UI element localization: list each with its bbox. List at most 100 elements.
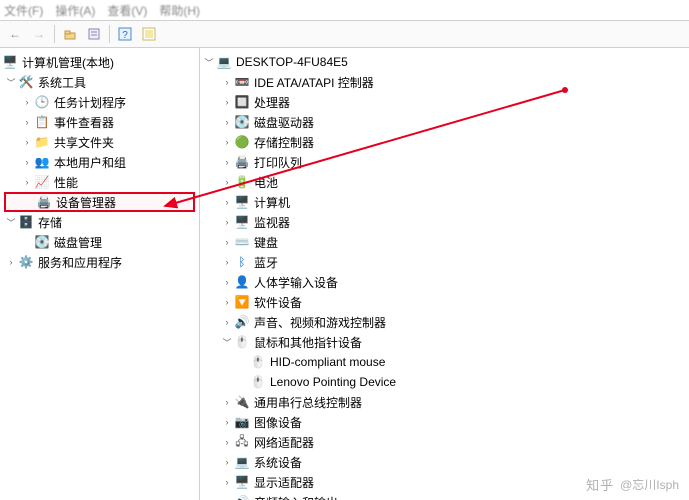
expander-open-icon[interactable]: ﹀ xyxy=(202,55,216,69)
right-tree[interactable]: ﹀ 💻 DESKTOP-4FU84E5 ›📼IDE ATA/ATAPI 控制器 … xyxy=(200,48,689,500)
expander-closed-icon[interactable]: › xyxy=(220,155,234,169)
tree-label: 存储控制器 xyxy=(254,134,314,151)
expander-open-icon[interactable]: ﹀ xyxy=(4,215,18,229)
device-hid[interactable]: ›👤人体学输入设备 xyxy=(200,272,689,292)
tree-label: 性能 xyxy=(54,174,78,191)
storage-ctrl-icon: 🟢 xyxy=(234,134,250,150)
performance-icon: 📈 xyxy=(34,174,50,190)
clock-icon: 🕒 xyxy=(34,94,50,110)
tree-task-scheduler[interactable]: › 🕒 任务计划程序 xyxy=(0,92,199,112)
device-batteries[interactable]: ›🔋电池 xyxy=(200,172,689,192)
tree-event-viewer[interactable]: › 📋 事件查看器 xyxy=(0,112,199,132)
left-tree[interactable]: 🖥️ 计算机管理(本地) ﹀ 🛠️ 系统工具 › 🕒 任务计划程序 › 📋 事件… xyxy=(0,48,200,500)
battery-icon: 🔋 xyxy=(234,174,250,190)
tree-label: 磁盘管理 xyxy=(54,234,102,251)
expander-closed-icon[interactable]: › xyxy=(220,115,234,129)
expander-closed-icon[interactable]: › xyxy=(220,395,234,409)
tree-label: 声音、视频和游戏控制器 xyxy=(254,314,386,331)
expander-closed-icon[interactable]: › xyxy=(220,195,234,209)
tree-label: 共享文件夹 xyxy=(54,134,114,151)
device-usb[interactable]: ›🔌通用串行总线控制器 xyxy=(200,392,689,412)
expander-closed-icon[interactable]: › xyxy=(20,115,34,129)
tree-root-computer-mgmt[interactable]: 🖥️ 计算机管理(本地) xyxy=(0,52,199,72)
menu-file[interactable]: 文件(F) xyxy=(4,2,43,19)
tree-performance[interactable]: › 📈 性能 xyxy=(0,172,199,192)
expander-closed-icon[interactable]: › xyxy=(220,255,234,269)
tree-label: 服务和应用程序 xyxy=(38,254,122,271)
device-cpu[interactable]: ›🔲处理器 xyxy=(200,92,689,112)
watermark-brand: 知乎 xyxy=(586,475,614,494)
device-net-adapters[interactable]: ›🖧网络适配器 xyxy=(200,432,689,452)
expander-closed-icon[interactable]: › xyxy=(220,95,234,109)
device-root[interactable]: ﹀ 💻 DESKTOP-4FU84E5 xyxy=(200,52,689,72)
tree-disk-mgmt[interactable]: 💽 磁盘管理 xyxy=(0,232,199,252)
expander-closed-icon[interactable]: › xyxy=(20,155,34,169)
device-monitors[interactable]: ›🖥️监视器 xyxy=(200,212,689,232)
expander-closed-icon[interactable]: › xyxy=(220,215,234,229)
device-bluetooth[interactable]: ›ᛒ蓝牙 xyxy=(200,252,689,272)
tree-system-tools[interactable]: ﹀ 🛠️ 系统工具 xyxy=(0,72,199,92)
device-storage-ctrl[interactable]: ›🟢存储控制器 xyxy=(200,132,689,152)
refresh-button[interactable] xyxy=(138,23,160,45)
mouse-device-icon: 🖱️ xyxy=(250,354,266,370)
device-manager-icon: 🖨️ xyxy=(36,194,52,210)
device-ide[interactable]: ›📼IDE ATA/ATAPI 控制器 xyxy=(200,72,689,92)
device-keyboards[interactable]: ›⌨️键盘 xyxy=(200,232,689,252)
expander-closed-icon[interactable]: › xyxy=(220,455,234,469)
device-mouse-lenovo[interactable]: 🖱️Lenovo Pointing Device xyxy=(200,372,689,392)
expander-closed-icon[interactable]: › xyxy=(20,175,34,189)
tree-label: 系统工具 xyxy=(38,74,86,91)
menu-view[interactable]: 查看(V) xyxy=(107,2,147,19)
expander-closed-icon[interactable]: › xyxy=(220,275,234,289)
device-sound[interactable]: ›🔊声音、视频和游戏控制器 xyxy=(200,312,689,332)
expander-closed-icon[interactable]: › xyxy=(220,435,234,449)
device-imaging[interactable]: ›📷图像设备 xyxy=(200,412,689,432)
menu-help[interactable]: 帮助(H) xyxy=(159,2,200,19)
expander-open-icon[interactable]: ﹀ xyxy=(4,75,18,89)
tree-label: 系统设备 xyxy=(254,454,302,471)
expander-closed-icon[interactable]: › xyxy=(4,255,18,269)
device-disk-drives[interactable]: ›💽磁盘驱动器 xyxy=(200,112,689,132)
up-button[interactable] xyxy=(59,23,81,45)
tree-local-users[interactable]: › 👥 本地用户和组 xyxy=(0,152,199,172)
hid-icon: 👤 xyxy=(234,274,250,290)
tree-storage[interactable]: ﹀ 🗄️ 存储 xyxy=(0,212,199,232)
tree-label: 事件查看器 xyxy=(54,114,114,131)
device-computer[interactable]: ›🖥️计算机 xyxy=(200,192,689,212)
expander-open-icon[interactable]: ﹀ xyxy=(220,335,234,349)
tree-label: 人体学输入设备 xyxy=(254,274,338,291)
tree-label: 磁盘驱动器 xyxy=(254,114,314,131)
separator xyxy=(109,25,110,43)
device-system[interactable]: ›💻系统设备 xyxy=(200,452,689,472)
sound-icon: 🔊 xyxy=(234,314,250,330)
device-mice[interactable]: ﹀🖱️鼠标和其他指针设备 xyxy=(200,332,689,352)
forward-button[interactable]: → xyxy=(28,23,50,45)
expander-closed-icon[interactable]: › xyxy=(220,75,234,89)
device-mouse-hid[interactable]: 🖱️HID-compliant mouse xyxy=(200,352,689,372)
expander-closed-icon[interactable]: › xyxy=(220,235,234,249)
menu-action[interactable]: 操作(A) xyxy=(55,2,95,19)
expander-closed-icon[interactable]: › xyxy=(220,295,234,309)
expander-closed-icon[interactable]: › xyxy=(20,135,34,149)
tree-services-apps[interactable]: › ⚙️ 服务和应用程序 xyxy=(0,252,199,272)
device-print-queues[interactable]: ›🖨️打印队列 xyxy=(200,152,689,172)
tree-device-manager[interactable]: 🖨️ 设备管理器 xyxy=(4,192,195,212)
expander-closed-icon[interactable]: › xyxy=(220,175,234,189)
expander-closed-icon[interactable]: › xyxy=(20,95,34,109)
expander-closed-icon[interactable]: › xyxy=(220,315,234,329)
computer-icon: 💻 xyxy=(216,54,232,70)
expander-closed-icon[interactable]: › xyxy=(220,475,234,489)
keyboard-icon: ⌨️ xyxy=(234,234,250,250)
device-software[interactable]: ›🔽软件设备 xyxy=(200,292,689,312)
svg-text:?: ? xyxy=(122,30,128,41)
expander-closed-icon[interactable]: › xyxy=(220,415,234,429)
tree-label: Lenovo Pointing Device xyxy=(270,375,396,389)
tree-label: 本地用户和组 xyxy=(54,154,126,171)
properties-button[interactable] xyxy=(83,23,105,45)
back-button[interactable]: ← xyxy=(4,23,26,45)
camera-icon: 📷 xyxy=(234,414,250,430)
expander-closed-icon[interactable]: › xyxy=(220,495,234,500)
tree-shared-folders[interactable]: › 📁 共享文件夹 xyxy=(0,132,199,152)
help-button[interactable]: ? xyxy=(114,23,136,45)
expander-closed-icon[interactable]: › xyxy=(220,135,234,149)
